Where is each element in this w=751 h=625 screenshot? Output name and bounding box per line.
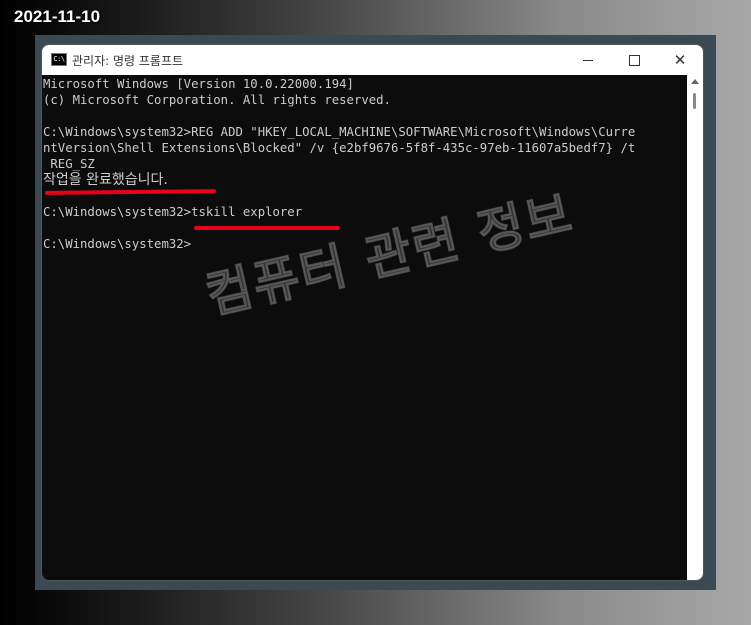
console-line: REG_SZ bbox=[43, 157, 95, 171]
scroll-up-arrow-icon[interactable] bbox=[691, 79, 699, 84]
console-line: (c) Microsoft Corporation. All rights re… bbox=[43, 93, 391, 107]
scroll-thumb[interactable] bbox=[693, 93, 696, 109]
maximize-icon bbox=[628, 54, 640, 66]
console-line: 작업을 완료했습니다. bbox=[43, 172, 168, 188]
console-prompt[interactable]: C:\Windows\system32> bbox=[43, 236, 191, 252]
console-line: C:\Windows\system32>REG ADD "HKEY_LOCAL_… bbox=[43, 125, 636, 139]
console-line: Microsoft Windows [Version 10.0.22000.19… bbox=[43, 77, 354, 91]
close-button[interactable]: ✕ bbox=[657, 45, 703, 75]
title-bar[interactable]: C:\ 관리자: 명령 프롬프트 ✕ bbox=[42, 45, 703, 75]
minimize-icon bbox=[583, 59, 593, 61]
window-title: 관리자: 명령 프롬프트 bbox=[72, 54, 184, 68]
minimize-button[interactable] bbox=[565, 45, 611, 75]
date-stamp: 2021-11-10 bbox=[14, 7, 101, 26]
console-output[interactable]: Microsoft Windows [Version 10.0.22000.19… bbox=[42, 75, 688, 580]
console-line: C:\Windows\system32>tskill explorer bbox=[43, 205, 303, 219]
maximize-button[interactable] bbox=[611, 45, 657, 75]
console-line: ntVersion\Shell Extensions\Blocked" /v {… bbox=[43, 141, 636, 155]
cmd-icon[interactable]: C:\ bbox=[51, 53, 67, 66]
command-prompt-window: C:\ 관리자: 명령 프롬프트 ✕ Microsoft Windows [Ve… bbox=[42, 45, 703, 580]
vertical-scrollbar[interactable] bbox=[687, 75, 703, 580]
close-icon: ✕ bbox=[673, 50, 687, 69]
